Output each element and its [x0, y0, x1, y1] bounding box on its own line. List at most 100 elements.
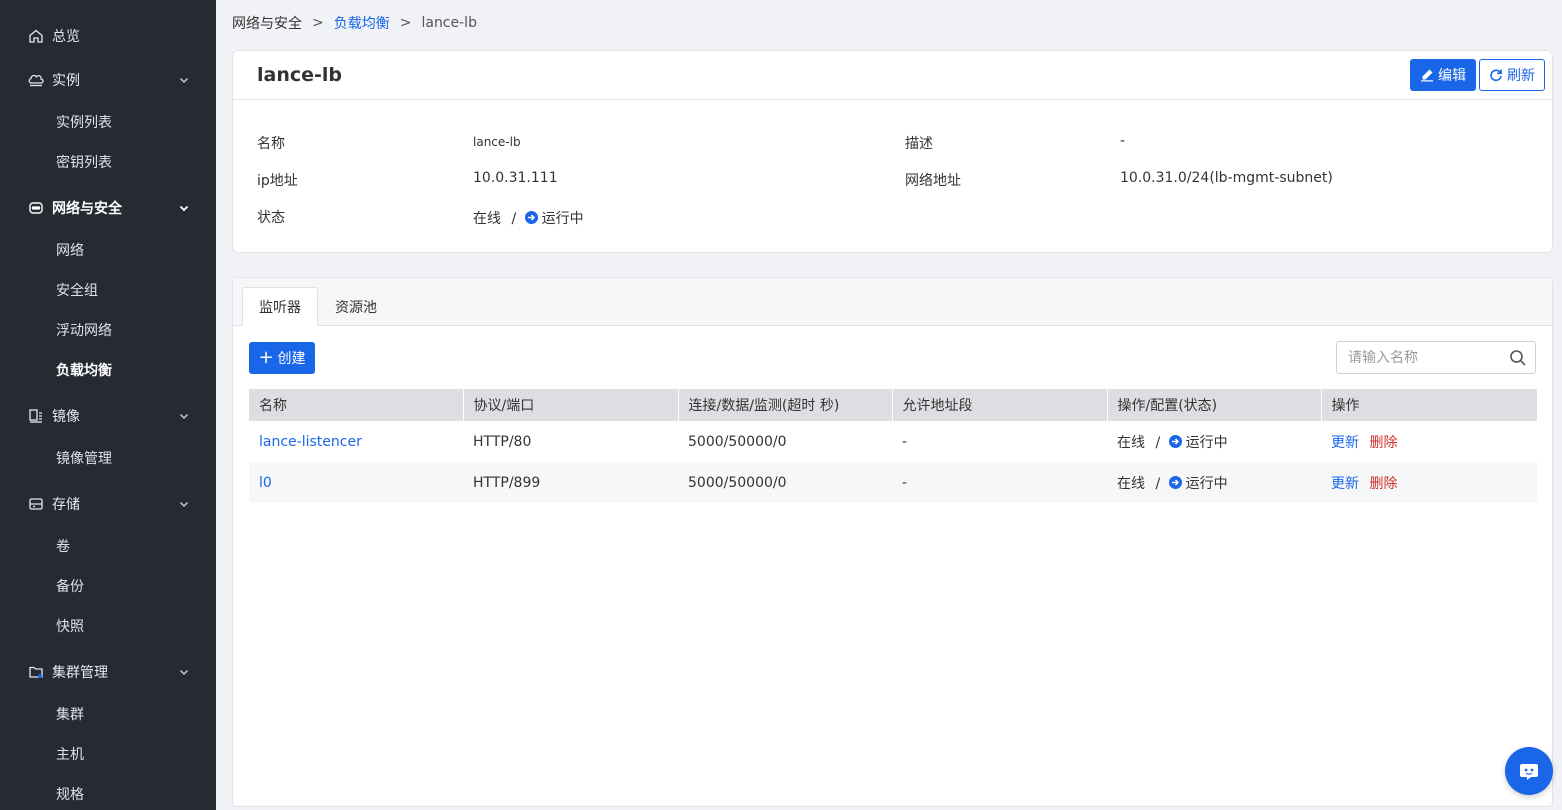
cell-status: 在线 / 运行中: [1107, 462, 1321, 503]
update-button[interactable]: 更新: [1331, 476, 1359, 492]
status-running: 运行中: [1185, 434, 1228, 451]
name-value: lance-lb: [473, 135, 521, 149]
cell-name: l0: [249, 462, 463, 503]
status-separator: /: [1155, 434, 1161, 451]
sidebar-item-cluster[interactable]: 集群: [56, 694, 84, 734]
tab-listener[interactable]: 监听器: [242, 287, 318, 326]
status-running: 运行中: [541, 211, 584, 227]
create-button[interactable]: + 创建: [249, 342, 315, 374]
chevron-down-icon: [178, 74, 190, 86]
sidebar-item-image[interactable]: 镜像: [0, 396, 216, 436]
desc-label: 描述: [905, 136, 933, 152]
status-value: 在线 / 运行中: [473, 208, 584, 228]
sidebar-item-load-balance[interactable]: 负载均衡: [56, 350, 112, 390]
table-row: l0 HTTP/899 5000/50000/0 - 在线 / 运行中 更新 删…: [249, 462, 1537, 503]
detail-card: lance-lb 编辑 刷新 名称 lance-lb 描述 - ip地址 10.…: [232, 50, 1553, 253]
arrow-right-circle-icon: [1168, 434, 1182, 448]
column-header-allowed-cidr: 允许地址段: [892, 389, 1108, 421]
search-box: [1336, 341, 1536, 374]
sidebar: 总览 实例 实例列表 密钥列表 网络与安全 网络 安全组 浮动网络 负载均衡 镜…: [0, 0, 216, 810]
cell-protocol: HTTP/899: [463, 462, 678, 503]
cloud-server-icon: [28, 72, 44, 88]
listener-table: 名称 协议/端口 连接/数据/监测(超时 秒) 允许地址段 操作/配置(状态) …: [249, 389, 1537, 503]
cell-protocol: HTTP/80: [463, 421, 678, 462]
sidebar-item-floating-network[interactable]: 浮动网络: [56, 310, 112, 350]
chat-support-button[interactable]: [1505, 747, 1553, 795]
sidebar-item-label: 实例: [52, 73, 80, 89]
sidebar-item-spec[interactable]: 规格: [56, 774, 84, 810]
breadcrumb-network-security[interactable]: 网络与安全: [232, 13, 302, 33]
sidebar-item-storage[interactable]: 存储: [0, 484, 216, 524]
desc-value: -: [1120, 133, 1126, 149]
sidebar-item-cluster-manage[interactable]: 集群管理: [0, 652, 216, 692]
storage-icon: [28, 496, 44, 512]
network-icon: [28, 200, 44, 216]
cell-actions: 更新 删除: [1321, 462, 1537, 503]
breadcrumb-current: lance-lb: [421, 15, 477, 31]
cell-name: lance-listencer: [249, 421, 463, 462]
delete-button[interactable]: 删除: [1369, 435, 1397, 451]
cell-connection: 5000/50000/0: [678, 462, 892, 503]
sidebar-item-snapshot[interactable]: 快照: [56, 606, 84, 646]
sidebar-item-backup[interactable]: 备份: [56, 566, 84, 606]
listener-card: 监听器 资源池 + 创建 名称 协议/端口 连接/数据/监测(超时 秒) 允许地…: [232, 277, 1553, 807]
breadcrumb: 网络与安全 > 负载均衡 > lance-lb: [232, 12, 477, 34]
column-header-protocol: 协议/端口: [463, 389, 679, 421]
refresh-button-label: 刷新: [1507, 68, 1535, 84]
detail-header: lance-lb: [233, 51, 1552, 100]
cluster-folder-icon: [28, 664, 44, 680]
create-button-label: 创建: [277, 351, 306, 367]
image-icon: [28, 408, 44, 424]
sidebar-item-label: 网络与安全: [52, 201, 122, 217]
column-header-connection: 连接/数据/监测(超时 秒): [678, 389, 893, 421]
column-header-actions: 操作: [1321, 389, 1537, 421]
breadcrumb-separator: >: [312, 15, 324, 31]
sidebar-item-image-manage[interactable]: 镜像管理: [56, 438, 112, 478]
update-button[interactable]: 更新: [1331, 435, 1359, 451]
listener-name-link[interactable]: l0: [259, 475, 272, 491]
status-separator: /: [511, 211, 517, 227]
sidebar-item-label: 镜像: [52, 409, 80, 425]
sidebar-item-security-group[interactable]: 安全组: [56, 270, 98, 310]
table-row: lance-listencer HTTP/80 5000/50000/0 - 在…: [249, 421, 1537, 462]
refresh-button[interactable]: 刷新: [1479, 59, 1545, 91]
search-input[interactable]: [1337, 342, 1497, 373]
tab-bar: 监听器 资源池: [233, 278, 1552, 326]
sidebar-item-label: 总览: [52, 29, 80, 45]
page-title: lance-lb: [257, 64, 343, 86]
sidebar-item-instance-list[interactable]: 实例列表: [56, 102, 112, 142]
sidebar-item-volume[interactable]: 卷: [56, 526, 70, 566]
sidebar-item-key-list[interactable]: 密钥列表: [56, 142, 112, 182]
sidebar-item-instance[interactable]: 实例: [0, 60, 216, 100]
sidebar-item-overview[interactable]: 总览: [0, 16, 216, 56]
listener-name-link[interactable]: lance-listencer: [259, 434, 362, 450]
column-header-name: 名称: [249, 389, 464, 421]
name-label: 名称: [257, 136, 285, 152]
chevron-down-icon: [178, 666, 190, 678]
chevron-down-icon: [178, 410, 190, 422]
status-label: 状态: [257, 210, 285, 226]
home-icon: [28, 28, 44, 44]
chevron-down-icon: [178, 202, 190, 214]
edit-button[interactable]: 编辑: [1410, 59, 1476, 91]
arrow-right-circle-icon: [1168, 475, 1182, 489]
cell-allowed-cidr: -: [892, 462, 1107, 503]
delete-button[interactable]: 删除: [1369, 476, 1397, 492]
search-icon[interactable]: [1509, 349, 1527, 367]
network-address-value: 10.0.31.0/24(lb-mgmt-subnet): [1120, 170, 1333, 186]
cell-actions: 更新 删除: [1321, 421, 1537, 462]
breadcrumb-load-balance[interactable]: 负载均衡: [334, 13, 390, 33]
sidebar-item-label: 集群管理: [52, 665, 108, 681]
edit-icon: [1421, 69, 1433, 82]
chevron-down-icon: [178, 498, 190, 510]
sidebar-item-host[interactable]: 主机: [56, 734, 84, 774]
tab-resource-pool[interactable]: 资源池: [318, 287, 394, 326]
sidebar-item-network[interactable]: 网络: [56, 230, 84, 270]
network-address-label: 网络地址: [905, 173, 961, 189]
breadcrumb-separator: >: [399, 15, 412, 31]
refresh-icon: [1490, 69, 1502, 82]
sidebar-item-network-security[interactable]: 网络与安全: [0, 188, 216, 228]
status-separator: /: [1155, 475, 1161, 492]
cell-connection: 5000/50000/0: [678, 421, 892, 462]
status-running: 运行中: [1185, 475, 1228, 492]
